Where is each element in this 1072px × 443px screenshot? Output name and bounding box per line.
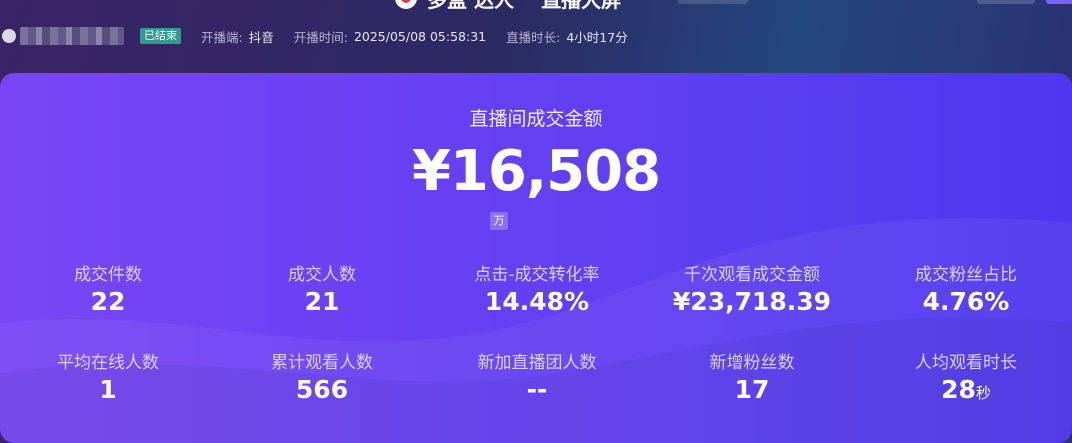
stat-value-unit: 秒 bbox=[975, 384, 991, 402]
platform-value: 抖音 bbox=[248, 29, 274, 45]
stat-value: 28秒 bbox=[856, 375, 1072, 404]
stat-label: 新加直播团人数 bbox=[477, 353, 597, 373]
stat-label: 成交粉丝占比 bbox=[915, 265, 1017, 285]
stat-value: ¥23,718.39 bbox=[672, 287, 832, 316]
stat-order-count: 成交件数 22 bbox=[0, 260, 218, 316]
stat-label: 成交件数 bbox=[74, 265, 142, 285]
platform-label: 开播端: bbox=[201, 29, 243, 45]
stat-total-viewers: 累计观看人数 566 bbox=[212, 348, 432, 404]
stat-value: 1 bbox=[99, 375, 117, 404]
start-time-label: 开播时间: bbox=[293, 29, 348, 45]
title-separator: - bbox=[524, 0, 531, 10]
stat-conversion-rate: 点击-成交转化率 14.48% bbox=[427, 260, 647, 316]
stat-buyer-count: 成交人数 21 bbox=[212, 260, 432, 316]
stat-label: 人均观看时长 bbox=[915, 353, 1017, 373]
title-right: 直播大屏 bbox=[541, 0, 621, 13]
douyin-logo-icon bbox=[395, 0, 417, 9]
stat-value-number: 28 bbox=[941, 375, 976, 404]
stat-value: 4.76% bbox=[922, 287, 1010, 316]
status-badge: 已结束 bbox=[140, 28, 181, 44]
stat-avg-online: 平均在线人数 1 bbox=[0, 348, 218, 404]
stat-label: 千次观看成交金额 bbox=[684, 265, 820, 285]
stat-value: 21 bbox=[304, 287, 340, 316]
stat-label: 累计观看人数 bbox=[271, 353, 373, 373]
stat-new-followers: 新增粉丝数 17 bbox=[642, 348, 862, 404]
gmv-label: 直播间成交金额 bbox=[469, 108, 603, 130]
stat-new-fan-club: 新加直播团人数 -- bbox=[427, 348, 647, 404]
stat-label: 成交人数 bbox=[288, 265, 356, 285]
stat-gpm: 千次观看成交金额 ¥23,718.39 bbox=[642, 260, 862, 316]
stat-value: 22 bbox=[90, 287, 126, 316]
toolbar-button[interactable] bbox=[977, 0, 1035, 4]
stat-value: 17 bbox=[734, 375, 770, 404]
stat-value: -- bbox=[526, 375, 548, 404]
streamer-name-blurred bbox=[20, 27, 124, 45]
live-meta-row: 已结束 开播端: 抖音 开播时间: 2025/05/08 05:58:31 直播… bbox=[0, 26, 628, 46]
avatar bbox=[2, 29, 16, 43]
title-tag bbox=[678, 0, 748, 4]
stat-label: 平均在线人数 bbox=[57, 353, 159, 373]
stats-panel: 直播间成交金额 ¥16,508 万 成交件数 22 成交人数 21 点击-成交转… bbox=[0, 73, 1072, 443]
duration-label: 直播时长: bbox=[506, 29, 561, 45]
unit-toggle[interactable]: 万 bbox=[490, 212, 508, 230]
stat-value: 566 bbox=[295, 375, 349, 404]
stat-avg-watch-time: 人均观看时长 28秒 bbox=[856, 348, 1072, 404]
stat-label: 新增粉丝数 bbox=[709, 353, 795, 373]
stat-fan-ratio: 成交粉丝占比 4.76% bbox=[856, 260, 1072, 316]
toolbar-primary-button[interactable] bbox=[1046, 0, 1072, 4]
duration-value: 4小时17分 bbox=[566, 29, 628, 45]
page-title: 多盒 达人 - 直播大屏 bbox=[395, 0, 621, 13]
title-left: 多盒 达人 bbox=[427, 0, 514, 13]
gmv-value: ¥16,508 bbox=[411, 139, 661, 204]
stat-value: 14.48% bbox=[484, 287, 590, 316]
start-time-value: 2025/05/08 05:58:31 bbox=[353, 28, 487, 44]
stat-label: 点击-成交转化率 bbox=[474, 265, 600, 285]
top-bar: 多盒 达人 - 直播大屏 已结束 开播端: 抖音 开播时间: 2025/05/0… bbox=[0, 0, 1072, 70]
